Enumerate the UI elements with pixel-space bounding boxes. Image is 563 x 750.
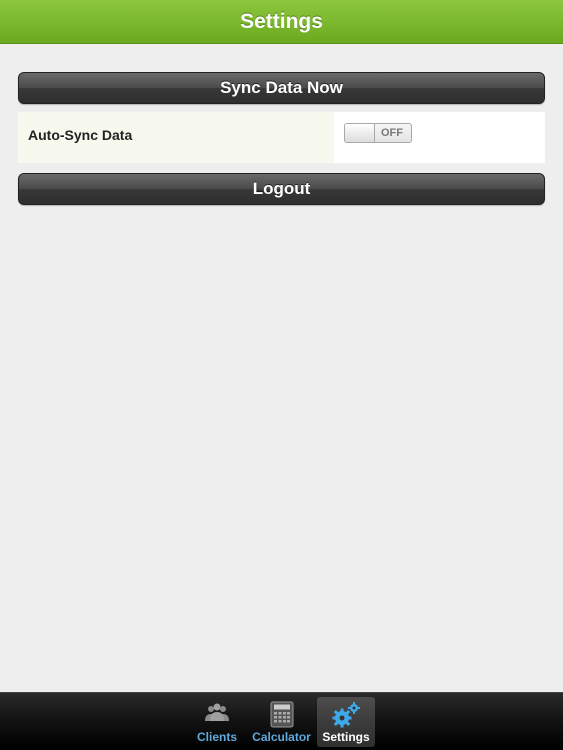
tab-label-calculator: Calculator <box>252 730 311 744</box>
tab-settings[interactable]: Settings <box>317 697 375 747</box>
calculator-icon <box>270 701 293 728</box>
page-title: Settings <box>240 10 323 33</box>
auto-sync-label: Auto-Sync Data <box>28 127 133 143</box>
people-icon <box>205 703 229 721</box>
tab-label-clients: Clients <box>196 730 237 744</box>
logout-button[interactable]: Logout <box>18 173 545 205</box>
tab-bar: Clients Calculator Settings <box>0 692 563 750</box>
auto-sync-toggle[interactable]: OFF <box>344 123 412 143</box>
auto-sync-row: Auto-Sync Data OFF <box>18 112 545 163</box>
toggle-state-text: OFF <box>381 127 403 139</box>
sync-data-now-button[interactable]: Sync Data Now <box>18 72 545 104</box>
toggle-knob[interactable] <box>345 124 375 142</box>
gears-icon <box>332 702 360 728</box>
tab-label-settings: Settings <box>322 730 370 744</box>
navigation-bar: Settings <box>0 0 563 44</box>
tab-clients[interactable]: Clients <box>192 697 242 747</box>
auto-sync-label-cell: Auto-Sync Data <box>18 112 334 163</box>
tab-calculator[interactable]: Calculator <box>250 697 313 747</box>
